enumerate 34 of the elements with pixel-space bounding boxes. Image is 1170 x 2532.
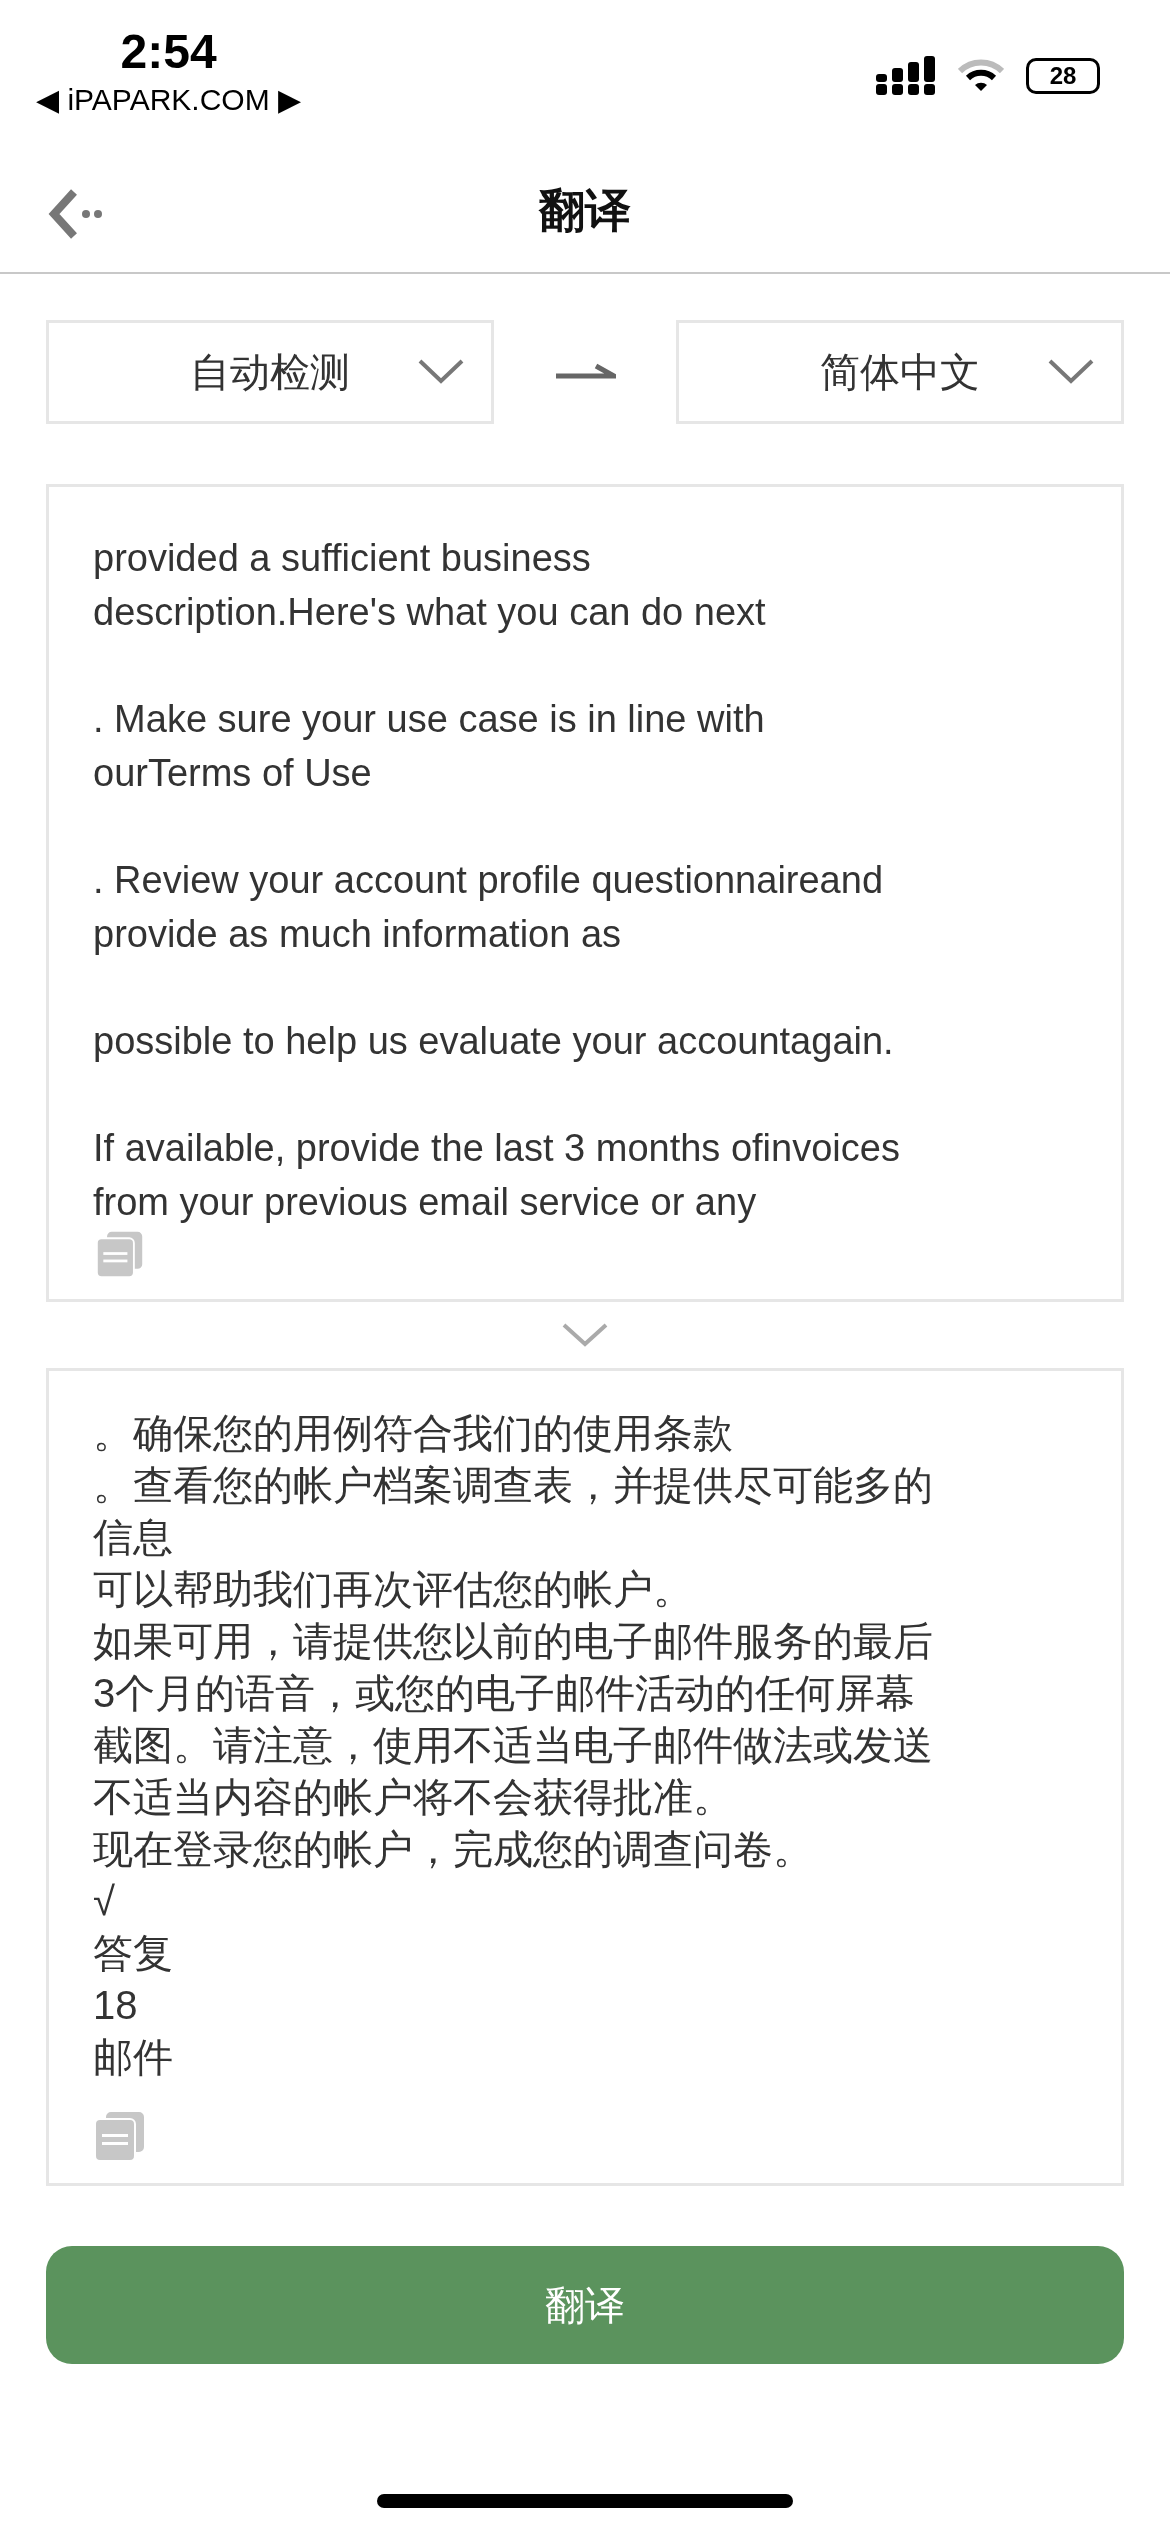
source-text-area[interactable] <box>46 484 1124 1302</box>
source-text-line: provided a sufficient business <box>93 536 591 581</box>
source-language-select[interactable]: 自动检测 <box>46 320 494 424</box>
wifi-icon <box>958 59 1004 93</box>
source-text-line: from your previous email service or any <box>93 1180 757 1225</box>
source-text-line: possible to help us evaluate your accountagain. <box>93 1019 894 1064</box>
source-text-line: If available, provide the last 3 months ofinvoices <box>93 1126 900 1171</box>
translated-text-line: 不适当内容的帐户将不会获得批准。 <box>93 1774 733 1821</box>
translated-text-line: 邮件 <box>93 2034 173 2081</box>
translated-text-line: 。确保您的用例符合我们的使用条款 <box>93 1410 733 1457</box>
back-icon[interactable] <box>48 188 104 240</box>
source-text-line: ourTerms of Use <box>93 751 372 796</box>
translated-text-line: 如果可用，请提供您以前的电子邮件服务的最后 <box>93 1618 933 1665</box>
translated-text-line: 。查看您的帐户档案调查表，并提供尽可能多的 <box>93 1462 933 1509</box>
translated-text-line: 答复 <box>93 1930 173 1977</box>
source-text-line: description.Here's what you can do next <box>93 590 766 635</box>
translated-text-line: 3个月的语音，或您的电子邮件活动的任何屏幕 <box>93 1670 916 1717</box>
source-text-line: . Make sure your use case is in line with <box>93 697 765 742</box>
signal-icon <box>876 56 936 96</box>
translated-text-line: 18 <box>93 1982 138 2029</box>
translate-button[interactable]: 翻译 <box>46 2246 1124 2364</box>
translated-text-line: 截图。请注意，使用不适当电子邮件做法或发送 <box>93 1722 933 1769</box>
battery-level: 28 <box>1026 58 1100 94</box>
translated-text-line: √ <box>93 1878 115 1925</box>
translated-text-line: 现在登录您的帐户，完成您的调查问卷。 <box>93 1826 813 1873</box>
back-to-app-link[interactable]: ◀ iPAPARK.COM ▶ <box>36 80 302 120</box>
target-language-select[interactable]: 简体中文 <box>676 320 1124 424</box>
status-time: 2:54 <box>120 24 217 80</box>
source-text-line: provide as much information as <box>93 912 622 957</box>
page-title: 翻译 <box>539 183 631 238</box>
translated-text-line: 可以帮助我们再次评估您的帐户。 <box>93 1566 693 1613</box>
chevron-down-icon <box>561 1322 609 1348</box>
source-text-line: . Review your account profile questionnaireand <box>93 858 884 903</box>
translated-text-line: 信息 <box>93 1514 173 1561</box>
